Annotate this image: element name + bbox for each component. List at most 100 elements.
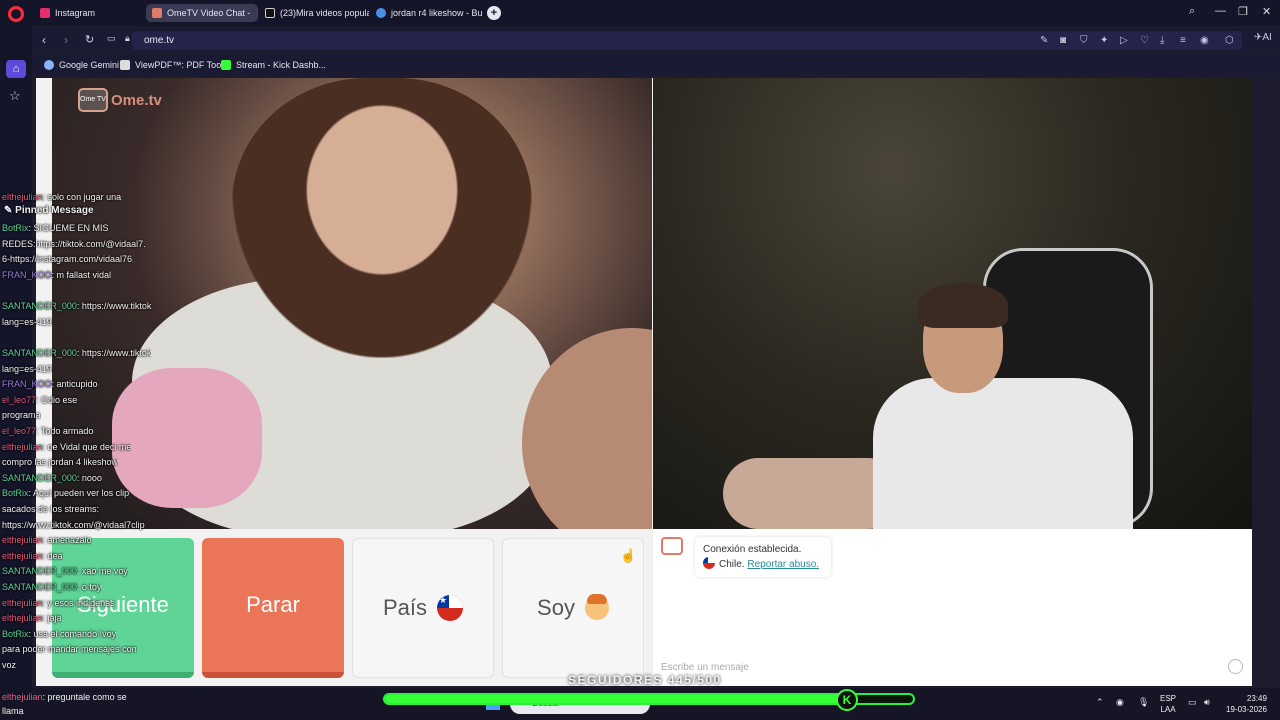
heart-icon[interactable]: ♡: [1140, 35, 1149, 46]
search-tabs-icon[interactable]: ⌕: [1189, 5, 1195, 18]
chat-line: para poder mandar mensajes con: [2, 642, 137, 658]
stop-button[interactable]: Parar: [202, 538, 344, 678]
url-field[interactable]: ome.tv ✎ ◙ ⛉ ✦ ▷ ♡ ⤓ ≡ ◉ ⬡: [132, 31, 1242, 50]
maximize-icon[interactable]: ❐: [1238, 5, 1248, 18]
chat-text: SIGUEME EN MIS: [33, 223, 109, 234]
tab-ometv[interactable]: OmeTV Video Chat - ✕: [146, 4, 258, 22]
chat-text: m fallast vidal: [56, 270, 112, 280]
ai-button[interactable]: ✈AI: [1254, 32, 1272, 43]
edit-icon[interactable]: ✎: [1040, 35, 1048, 46]
chat-text: y esos indigenas: [47, 597, 115, 608]
network-icon[interactable]: ▭: [1188, 697, 1197, 708]
chat-line: https://www.tiktok.com/@vidaal7clip: [2, 518, 145, 534]
chile-flag-icon: ★: [437, 595, 464, 621]
chat-line: 6-https://instagram.com/vidaal76: [2, 252, 132, 268]
extension-icon[interactable]: ✦: [1100, 35, 1108, 46]
progress-fill: [385, 695, 855, 703]
bookmark-kick[interactable]: Stream - Kick Dashb...: [221, 60, 326, 70]
mouse-cursor-icon: ☝: [620, 548, 637, 563]
chat-text: usa el comando !voy: [33, 628, 117, 639]
gemini-icon: [44, 60, 54, 70]
bookmark-label: Stream - Kick Dashb...: [236, 60, 327, 70]
chat-line: lang=es-419: [2, 315, 52, 331]
chat-line: elthejulian: solo con jugar una: [2, 190, 121, 206]
tiktok-icon: [265, 8, 275, 18]
self-video: [653, 78, 1252, 529]
close-window-icon[interactable]: ✕: [1262, 5, 1271, 18]
volume-icon[interactable]: 🔊︎: [1204, 697, 1210, 708]
tray-app-icon[interactable]: ◉: [1116, 697, 1124, 708]
chat-username: FRAN_KOO: [2, 379, 52, 390]
back-icon[interactable]: ‹: [42, 33, 46, 47]
cube-icon[interactable]: ⬡: [1225, 35, 1234, 46]
browser-tab-bar: Instagram OmeTV Video Chat - ✕ (23)Mira …: [0, 0, 1280, 26]
chat-line: SANTANDER_000: xao me voy: [2, 564, 128, 580]
chat-text: o toy: [81, 582, 102, 592]
home-icon[interactable]: ⌂: [6, 60, 26, 78]
tab-instagram[interactable]: Instagram: [34, 4, 144, 22]
chat-username: SANTANDER_000: [2, 566, 77, 577]
menu-icon[interactable]: ≡: [1180, 35, 1186, 46]
opera-logo-icon[interactable]: [8, 6, 24, 22]
tab-outline-icon[interactable]: ▭: [107, 33, 116, 44]
mic-icon[interactable]: 🎙︎: [1138, 697, 1149, 708]
tab-label: Instagram: [55, 8, 96, 18]
chile-flag-icon: [703, 557, 715, 569]
status-text: Conexión establecida.: [703, 544, 802, 555]
camera-icon[interactable]: ◙: [1060, 35, 1066, 46]
chat-line: compro las jordan 4 likeshow: [2, 455, 118, 471]
chat-text: amenazalo: [47, 535, 92, 546]
message-input[interactable]: Escribe un mensaje: [661, 662, 749, 673]
bookmark-viewpdf[interactable]: ViewPDF™: PDF Too...: [120, 60, 229, 70]
profile-icon[interactable]: ◉: [1200, 35, 1209, 46]
reload-icon[interactable]: ↻: [85, 33, 94, 46]
lock-icon: 🔒︎: [125, 33, 130, 43]
chat-text: preguntale como se: [47, 692, 127, 702]
emoji-icon[interactable]: [1228, 659, 1243, 674]
stop-label: Parar: [246, 592, 300, 617]
close-tab-icon[interactable]: ✕: [256, 8, 258, 19]
chat-username: SANTANDER_000: [2, 348, 77, 358]
ometv-tab-icon: [152, 8, 162, 18]
bookmark-label: ViewPDF™: PDF Too...: [135, 60, 229, 70]
ometv-logo: Ome TV Ome.tv: [78, 86, 168, 114]
chat-username: SANTANDER_000: [2, 301, 77, 312]
country-button[interactable]: País ★: [352, 538, 494, 678]
chat-line: SANTANDER_000: o toy: [2, 580, 101, 596]
report-abuse-link[interactable]: Reportar abuso.: [747, 559, 819, 570]
chat-text: lang=es-419: [2, 316, 52, 327]
chat-line: BotRix: SIGUEME EN MIS: [2, 221, 109, 237]
gender-label: Soy: [537, 595, 575, 620]
chat-username: elthejulian: [2, 613, 43, 624]
tab-search[interactable]: jordan r4 likeshow - Busca: [370, 4, 482, 22]
followers-goal-label: SEGUIDORES 445/500: [568, 673, 722, 687]
play-icon[interactable]: ▷: [1120, 35, 1128, 46]
tab-tiktok[interactable]: (23)Mira videos populares: [259, 4, 369, 22]
download-icon[interactable]: ⤓: [1160, 35, 1164, 46]
shield-icon[interactable]: ⛉: [1080, 35, 1088, 46]
chat-text: 6-https://instagram.com/vidaal76: [2, 254, 133, 265]
chevron-up-icon[interactable]: ⌃: [1096, 697, 1104, 708]
bookmark-gemini[interactable]: Google Gemini: [44, 60, 119, 70]
clock[interactable]: 23:49 19-03-2026: [1226, 693, 1267, 715]
chat-line: FRAN_KOO: m fallast vidal: [2, 268, 111, 284]
chat-username: SANTANDER_000: [2, 582, 77, 592]
chat-text: voz: [2, 660, 17, 670]
minimize-icon[interactable]: —: [1215, 5, 1226, 17]
chat-text: solo con jugar una: [47, 192, 122, 202]
star-icon[interactable]: ☆: [9, 88, 21, 104]
forward-icon[interactable]: ›: [64, 33, 68, 47]
new-tab-button[interactable]: +: [487, 6, 501, 20]
chat-username: el_leo77: [2, 394, 37, 405]
chat-username: elthejulian: [2, 192, 43, 202]
screen: Instagram OmeTV Video Chat - ✕ (23)Mira …: [0, 0, 1280, 720]
bookmark-label: Google Gemini: [59, 60, 120, 70]
chat-line: elthejulian: jaja: [2, 611, 62, 627]
boy-avatar-icon: [584, 594, 609, 620]
video-figure: [112, 368, 262, 508]
chat-text: compro las jordan 4 likeshow: [2, 457, 119, 468]
chat-line: REDES:https://tiktok.com/@vidaal7.: [2, 237, 146, 253]
video-figure: [232, 78, 532, 358]
chat-line: elthejulian: oe Vidal que deci me: [2, 440, 131, 456]
language-indicator[interactable]: ESP LAA: [1160, 693, 1176, 715]
